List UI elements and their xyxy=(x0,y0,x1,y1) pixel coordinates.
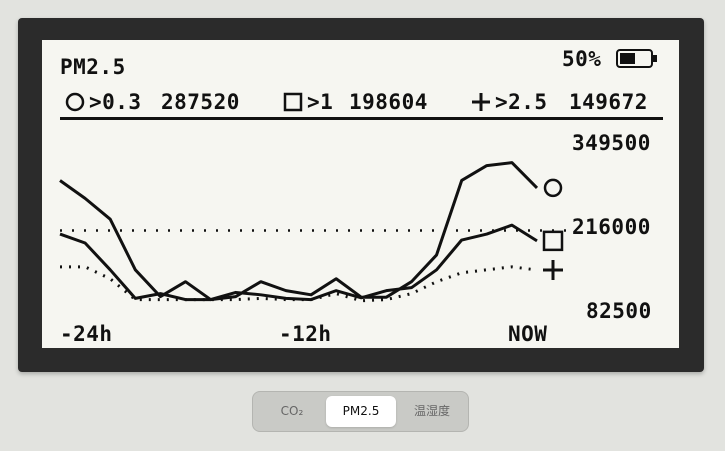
tab-pm25[interactable]: PM2.5 xyxy=(326,396,396,427)
tab-temp-humidity[interactable]: 温湿度 xyxy=(399,396,465,427)
e-ink-screen: PM2.5 50% >0.3 287520 >1 198604 >2.5 149… xyxy=(42,40,679,348)
end-marker-plus xyxy=(543,259,563,280)
tab-co2[interactable]: CO₂ xyxy=(259,396,325,427)
sensor-tab-bar: CO₂ PM2.5 温湿度 xyxy=(252,391,469,432)
end-marker-square xyxy=(542,230,564,252)
end-marker-circle xyxy=(543,178,563,198)
pm25-line-chart xyxy=(59,161,567,303)
device-frame: PM2.5 50% >0.3 287520 >1 198604 >2.5 149… xyxy=(18,18,704,372)
series-line-0.3 xyxy=(59,161,539,302)
